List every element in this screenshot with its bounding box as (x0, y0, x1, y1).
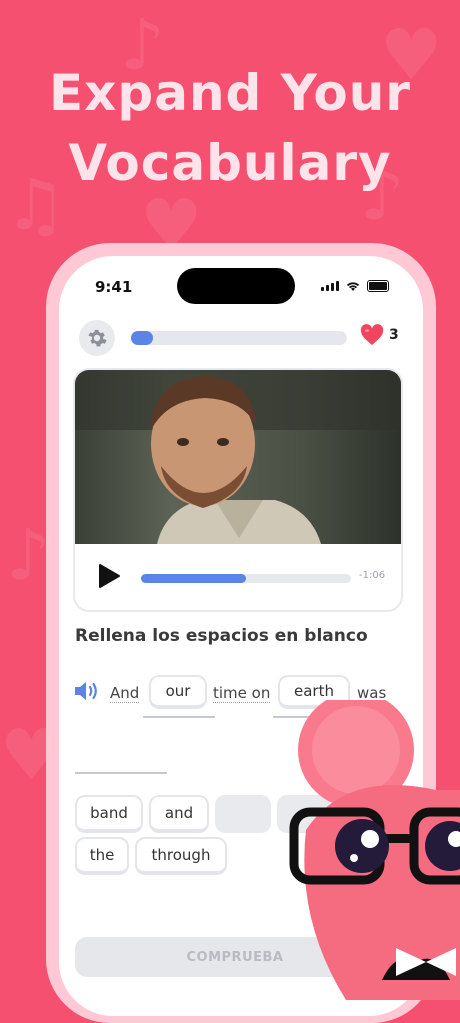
video-time-remaining: -1:06 (359, 570, 386, 581)
blank-underline (143, 716, 215, 718)
lesson-progress-fill (131, 331, 153, 345)
title-line-1: Expand Your (49, 64, 411, 122)
music-note-icon: ♪ (6, 514, 51, 596)
video-person-image (151, 376, 321, 544)
filled-blank-chip[interactable]: our (149, 675, 207, 709)
word-bank-chip[interactable]: and (149, 795, 209, 833)
video-seek-bar[interactable] (141, 574, 351, 583)
status-icons (321, 280, 389, 292)
word-bank-used-slot (215, 795, 271, 833)
gear-icon (88, 329, 107, 347)
signal-icon (321, 281, 339, 291)
exercise-prompt: Rellena los espacios en blanco (75, 626, 368, 646)
mascot-illustration (289, 700, 460, 1000)
word-bank-chip[interactable]: the (75, 837, 129, 875)
speaker-icon[interactable] (73, 680, 101, 702)
hearts-counter: 3 (359, 324, 399, 346)
battery-icon (367, 280, 389, 292)
settings-button[interactable] (79, 320, 115, 356)
video-frame[interactable] (75, 370, 401, 544)
video-seek-fill (141, 574, 246, 583)
hearts-count: 3 (389, 327, 399, 343)
video-player-controls: -1:06 (75, 544, 401, 610)
dynamic-island (177, 268, 295, 304)
play-icon[interactable] (97, 563, 121, 589)
sentence-word[interactable]: time on (213, 684, 271, 703)
blank-underline (75, 772, 167, 774)
status-time: 9:41 (95, 278, 133, 296)
sentence-word[interactable]: And (110, 684, 140, 703)
page-title: Expand Your Vocabulary (0, 58, 460, 198)
wifi-icon (346, 282, 360, 291)
word-bank-chip[interactable]: band (75, 795, 143, 833)
word-bank-chip[interactable]: through (135, 837, 227, 875)
heart-icon (360, 324, 384, 345)
lesson-progress-bar (131, 331, 347, 345)
title-line-2: Vocabulary (68, 134, 392, 192)
video-card: -1:06 (73, 368, 403, 612)
